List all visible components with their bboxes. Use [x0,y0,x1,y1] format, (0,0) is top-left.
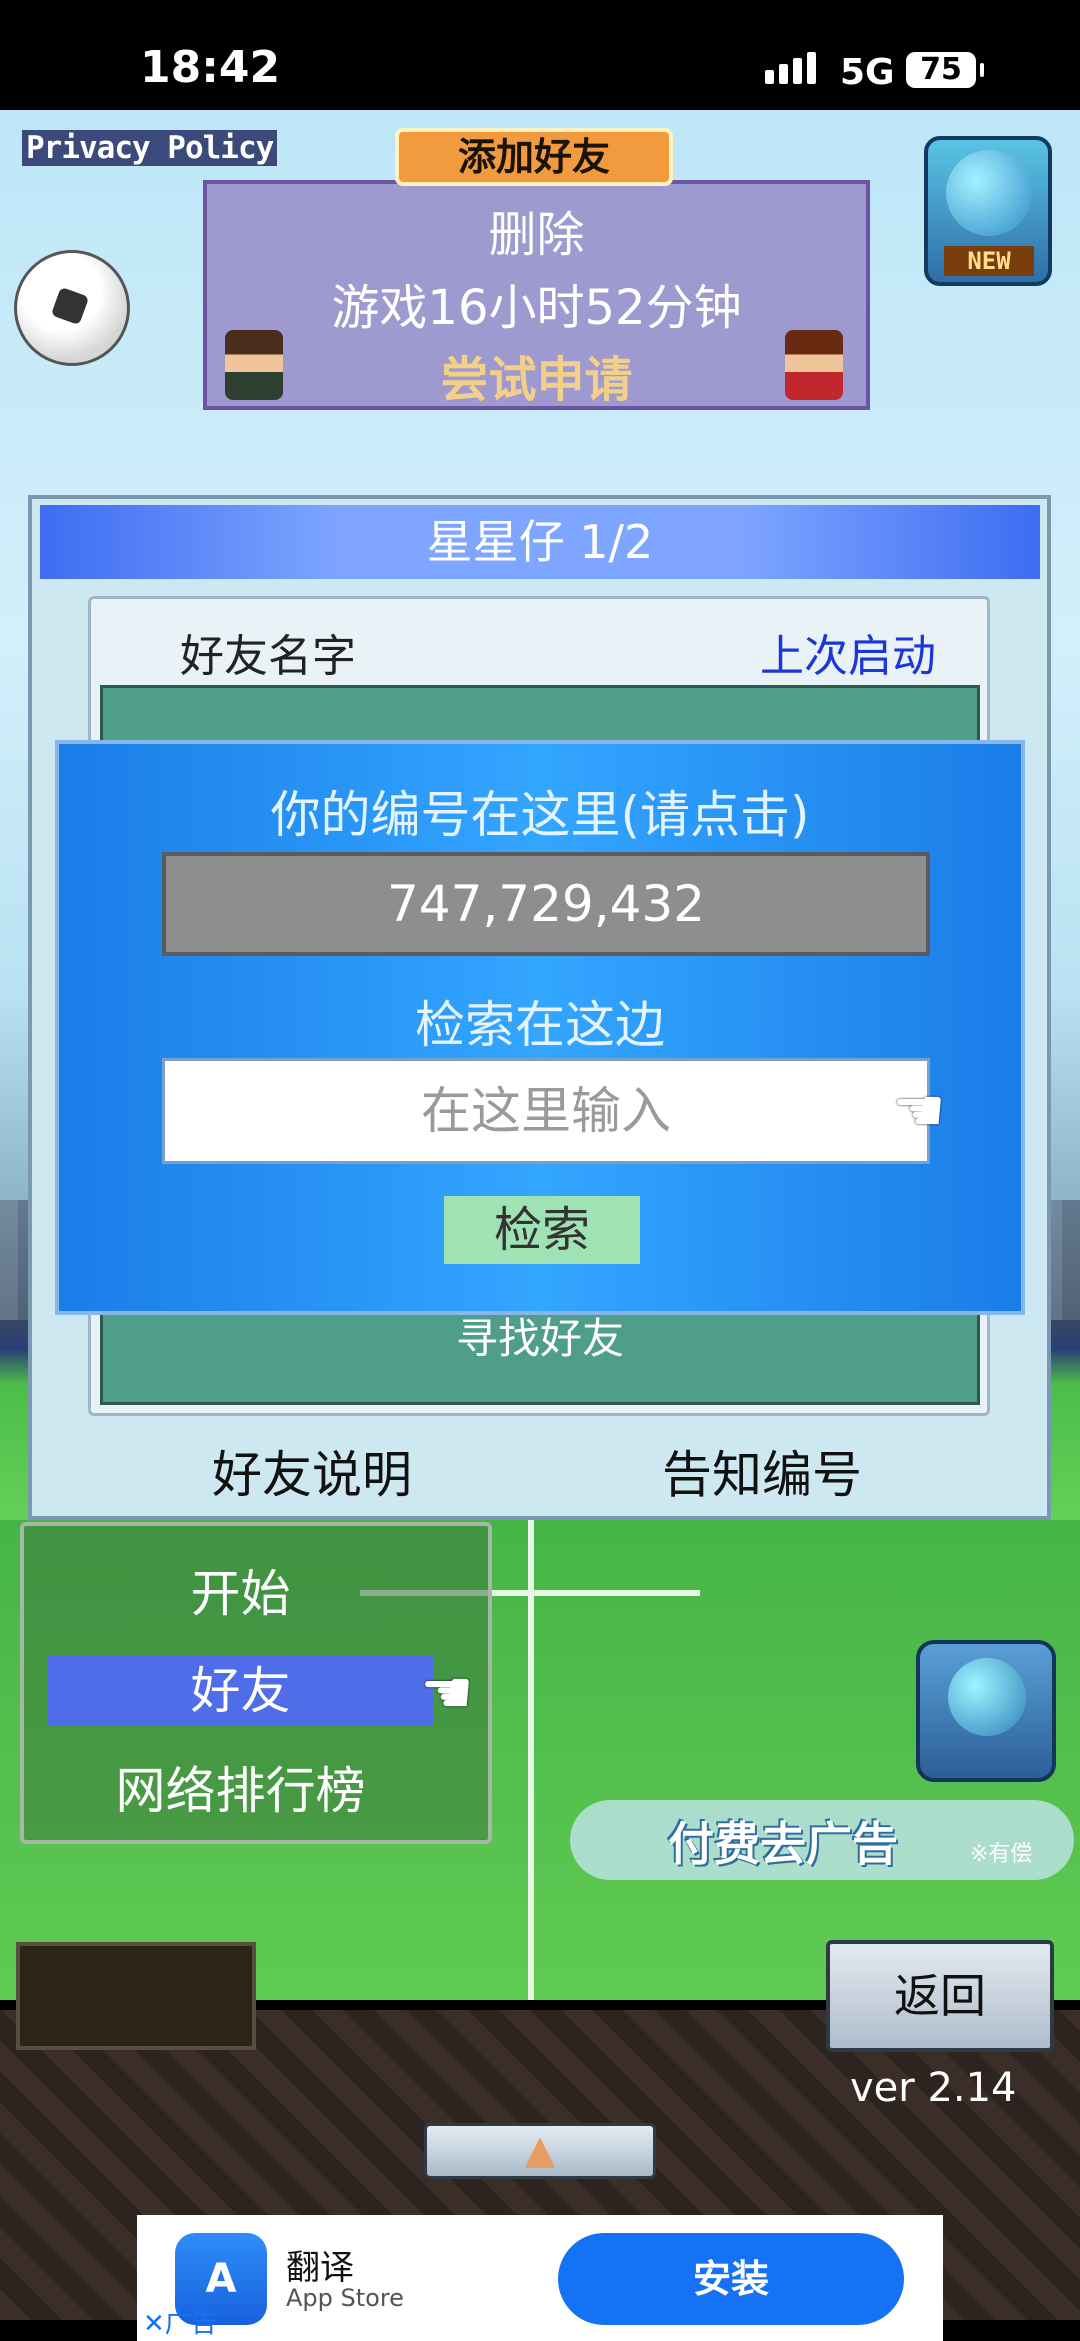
menu-item-start[interactable]: 开始 [48,1559,433,1629]
info-panel [16,1942,256,2050]
soccer-ball-icon [14,250,130,366]
multiplayer-icon[interactable] [916,1640,1056,1782]
ad-store: App Store [286,2284,404,2312]
menu-item-ranking[interactable]: 网络排行榜 [48,1756,433,1826]
expand-up-button[interactable]: ▲ [424,2123,656,2179]
close-icon[interactable]: ✕ [143,2309,165,2339]
status-time: 18:42 [140,42,281,93]
ad-app-name: 翻译 [286,2248,354,2288]
new-app-badge[interactable]: NEW [924,136,1052,286]
triangle-up-icon: ▲ [524,2127,556,2173]
menu-item-friends[interactable]: 好友 [48,1656,433,1726]
pointing-hand-icon: ☚ [892,1076,946,1146]
signal-icon [765,52,821,84]
delete-label[interactable]: 删除 [203,195,870,265]
privacy-policy-link[interactable]: Privacy Policy [22,130,278,166]
your-id-button[interactable]: 747,729,432 [162,852,930,956]
network-type: 5G [840,52,895,93]
version-text: ver 2.14 [850,2065,1017,2111]
player-avatar-icon [225,330,283,400]
status-bar: 18:42 5G 75 [0,0,1080,110]
your-id-title: 你的编号在这里(请点击) [270,786,810,844]
remove-ads-label: 付费去广告 [668,1817,898,1871]
column-friend-name: 好友名字 [180,631,356,682]
search-title: 检索在这边 [415,996,665,1054]
add-friend-tab[interactable]: 添加好友 [395,128,673,186]
ad-label-text: 广告 [164,2309,217,2339]
pointing-hand-icon: ☚ [420,1658,474,1728]
remove-ads-note: ※有偿 [970,1842,1033,1867]
play-time-text: 游戏16小时52分钟 [331,280,742,336]
install-button[interactable]: 安装 [558,2233,904,2325]
battery-icon: 75 [906,52,984,88]
friend-explain-button[interactable]: 好友说明 [212,1435,412,1507]
friend-id-search-input[interactable] [162,1058,930,1164]
column-last-launch: 上次启动 [760,631,936,682]
notify-id-button[interactable]: 告知编号 [662,1435,862,1507]
player-avatar-icon [785,330,843,400]
back-button[interactable]: 返回 [826,1940,1054,2052]
globe-icon [946,150,1032,236]
apply-request-label[interactable]: 尝试申请 [203,340,870,410]
search-button[interactable]: 检索 [444,1196,640,1264]
ad-close-label[interactable]: ✕广告 [143,2303,217,2340]
new-tag: NEW [944,246,1034,276]
globe-icon [948,1658,1026,1736]
panel-title: 星星仔 1/2 [40,505,1040,579]
